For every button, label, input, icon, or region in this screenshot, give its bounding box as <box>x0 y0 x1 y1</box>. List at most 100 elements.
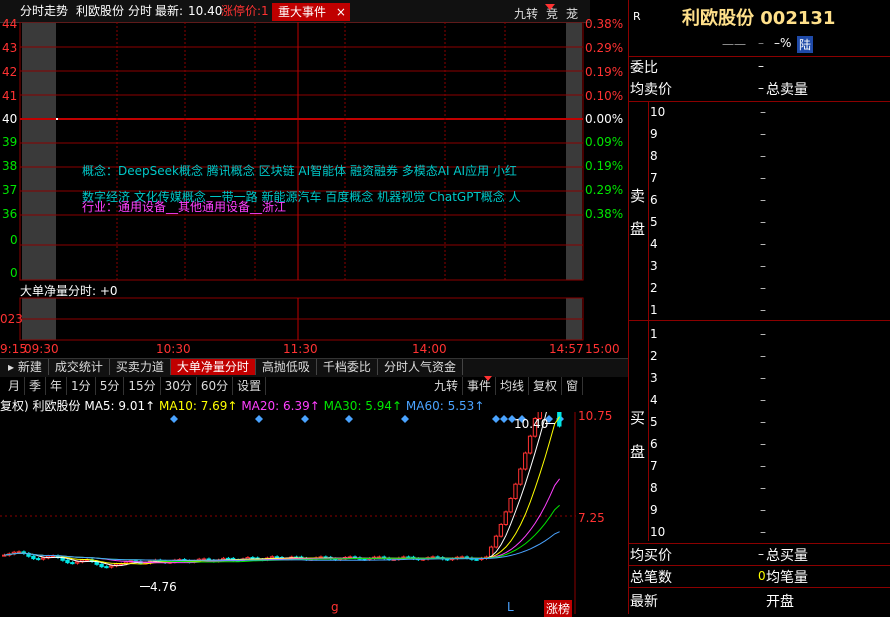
ma60-label: MA60: 5.53↑ <box>405 399 485 413</box>
kline-chart[interactable] <box>0 412 576 614</box>
sell-level-row[interactable]: 4– <box>650 233 890 255</box>
jiuzhuan-kline-button[interactable]: 九转 <box>430 377 464 395</box>
sell-level-row[interactable]: 5– <box>650 211 890 233</box>
right-axis-label: 0.00% <box>585 112 624 126</box>
buy-level-row[interactable]: 6– <box>650 433 890 455</box>
period-5min[interactable]: 5分 <box>96 377 125 395</box>
right-panel-title: 利欧股份 002131 <box>682 8 836 29</box>
jiuzhuan-button[interactable]: 九转 <box>514 5 538 23</box>
period-15min[interactable]: 15分 <box>124 377 161 395</box>
window-button[interactable]: 窗 <box>562 377 584 395</box>
buy-level-row[interactable]: 2– <box>650 345 890 367</box>
right-axis-label: 0.09% <box>585 135 624 149</box>
tab-high-low[interactable]: 高抛低吸 <box>256 359 317 375</box>
level-value: – <box>760 149 766 163</box>
tab-new[interactable]: ▸ 新建 <box>0 359 49 375</box>
level-num: 9 <box>650 503 658 517</box>
ma5-label: MA5: 9.01↑ <box>84 399 156 413</box>
event-marker-icon[interactable] <box>401 415 409 423</box>
tab-buy-sell-force[interactable]: 买卖力道 <box>110 359 171 375</box>
event-marker-icon[interactable] <box>492 415 500 423</box>
candle-body <box>40 557 46 560</box>
level-value: – <box>760 437 766 451</box>
candle-body <box>474 558 479 561</box>
period-month[interactable]: 月 <box>0 377 26 395</box>
sell-level-row[interactable]: 1– <box>650 299 890 321</box>
limit-up-tag: 涨榜 <box>544 600 573 617</box>
left-axis-label: 41 <box>2 89 18 103</box>
sell-level-row[interactable]: 10 – <box>650 101 890 123</box>
level-value: – <box>760 215 766 229</box>
avg-sell-price-label: 均卖价 <box>630 82 672 98</box>
quote-change: 一一 <box>722 38 747 52</box>
candle-body <box>36 558 41 561</box>
latest-value: 10.40 <box>188 4 223 18</box>
left-axis-label: 44 <box>2 17 18 31</box>
buy-level-row[interactable]: 7– <box>650 455 890 477</box>
buy-side-label2: 盘 <box>630 443 646 461</box>
period-60min[interactable]: 60分 <box>197 377 234 395</box>
level-num: 4 <box>650 393 658 407</box>
buy-level-row[interactable]: 9– <box>650 499 890 521</box>
event-marker-icon[interactable] <box>255 415 263 423</box>
high-marker: 10.40 <box>514 417 549 431</box>
candle-body <box>508 497 513 513</box>
ma20-label: MA20: 6.39↑ <box>241 399 320 413</box>
candle-body <box>527 435 533 454</box>
buy-level-row[interactable]: 10 – <box>650 521 890 543</box>
event-marker-icon[interactable] <box>170 415 178 423</box>
buy-level-row[interactable]: 3– <box>650 367 890 389</box>
event-marker-icon[interactable] <box>345 415 353 423</box>
level-value: – <box>760 481 766 495</box>
kline-price-mid: 7.25 <box>578 511 605 525</box>
tab-trade-stats[interactable]: 成交统计 <box>49 359 110 375</box>
fuquan-button[interactable]: 复权 <box>529 377 563 395</box>
candle-body <box>498 523 504 537</box>
level-num: 1 <box>650 327 658 341</box>
intraday-chart[interactable] <box>0 22 590 352</box>
bottom-tag: L <box>507 600 514 614</box>
close-icon[interactable]: × <box>336 5 346 19</box>
h-grid <box>20 46 583 246</box>
sell-level-row[interactable]: 8– <box>650 145 890 167</box>
ma60-line <box>4 531 560 561</box>
sell-level-row[interactable]: 2– <box>650 277 890 299</box>
kline-right-toolbar: 九转 事件 均线 复权窗 <box>430 377 584 395</box>
time-label: 11:30 <box>283 342 318 356</box>
candle-body <box>104 566 109 569</box>
tab-qiandang[interactable]: 千档委比 <box>317 359 378 375</box>
period-1min[interactable]: 1分 <box>67 377 96 395</box>
event-marker-icon[interactable] <box>301 415 309 423</box>
sell-level-row[interactable]: 6– <box>650 189 890 211</box>
buy-level-row[interactable]: 4– <box>650 389 890 411</box>
buy-level-row[interactable]: 1– <box>650 323 890 345</box>
ma5-line <box>4 412 547 567</box>
tab-major-events[interactable]: 重大事件 × <box>272 3 350 21</box>
candle-body <box>513 483 518 499</box>
kline-stock-name: 利欧股份 <box>32 399 81 413</box>
level-num: 5 <box>650 415 658 429</box>
sell-level-row[interactable]: 3– <box>650 255 890 277</box>
settings-button[interactable]: 设置 <box>233 377 267 395</box>
event-markers <box>170 415 564 423</box>
buy-level-row[interactable]: 8– <box>650 477 890 499</box>
period-quarter[interactable]: 季 <box>25 377 47 395</box>
tab-big-order-net[interactable]: 大单净量分时 <box>170 359 256 375</box>
candle-body <box>75 561 80 564</box>
v-grid <box>116 22 506 280</box>
sell-level-row[interactable]: 7– <box>650 167 890 189</box>
open-price-label: 开盘 <box>766 594 794 610</box>
long-button[interactable]: 茏 <box>566 5 578 23</box>
tab-popularity-fund[interactable]: 分时人气资金 <box>378 359 463 375</box>
limit-price-label: 涨停价:1 <box>221 4 269 18</box>
lu-badge[interactable]: 陆 <box>797 36 814 53</box>
left-axis-label: 36 <box>2 207 18 221</box>
right-panel-divider <box>628 0 629 614</box>
level-num: 2 <box>650 281 658 295</box>
event-marker-icon[interactable] <box>500 415 508 423</box>
buy-level-row[interactable]: 5– <box>650 411 890 433</box>
sell-level-row[interactable]: 9– <box>650 123 890 145</box>
period-30min[interactable]: 30分 <box>161 377 197 395</box>
period-year[interactable]: 年 <box>46 377 68 395</box>
ma-button[interactable]: 均线 <box>496 377 530 395</box>
